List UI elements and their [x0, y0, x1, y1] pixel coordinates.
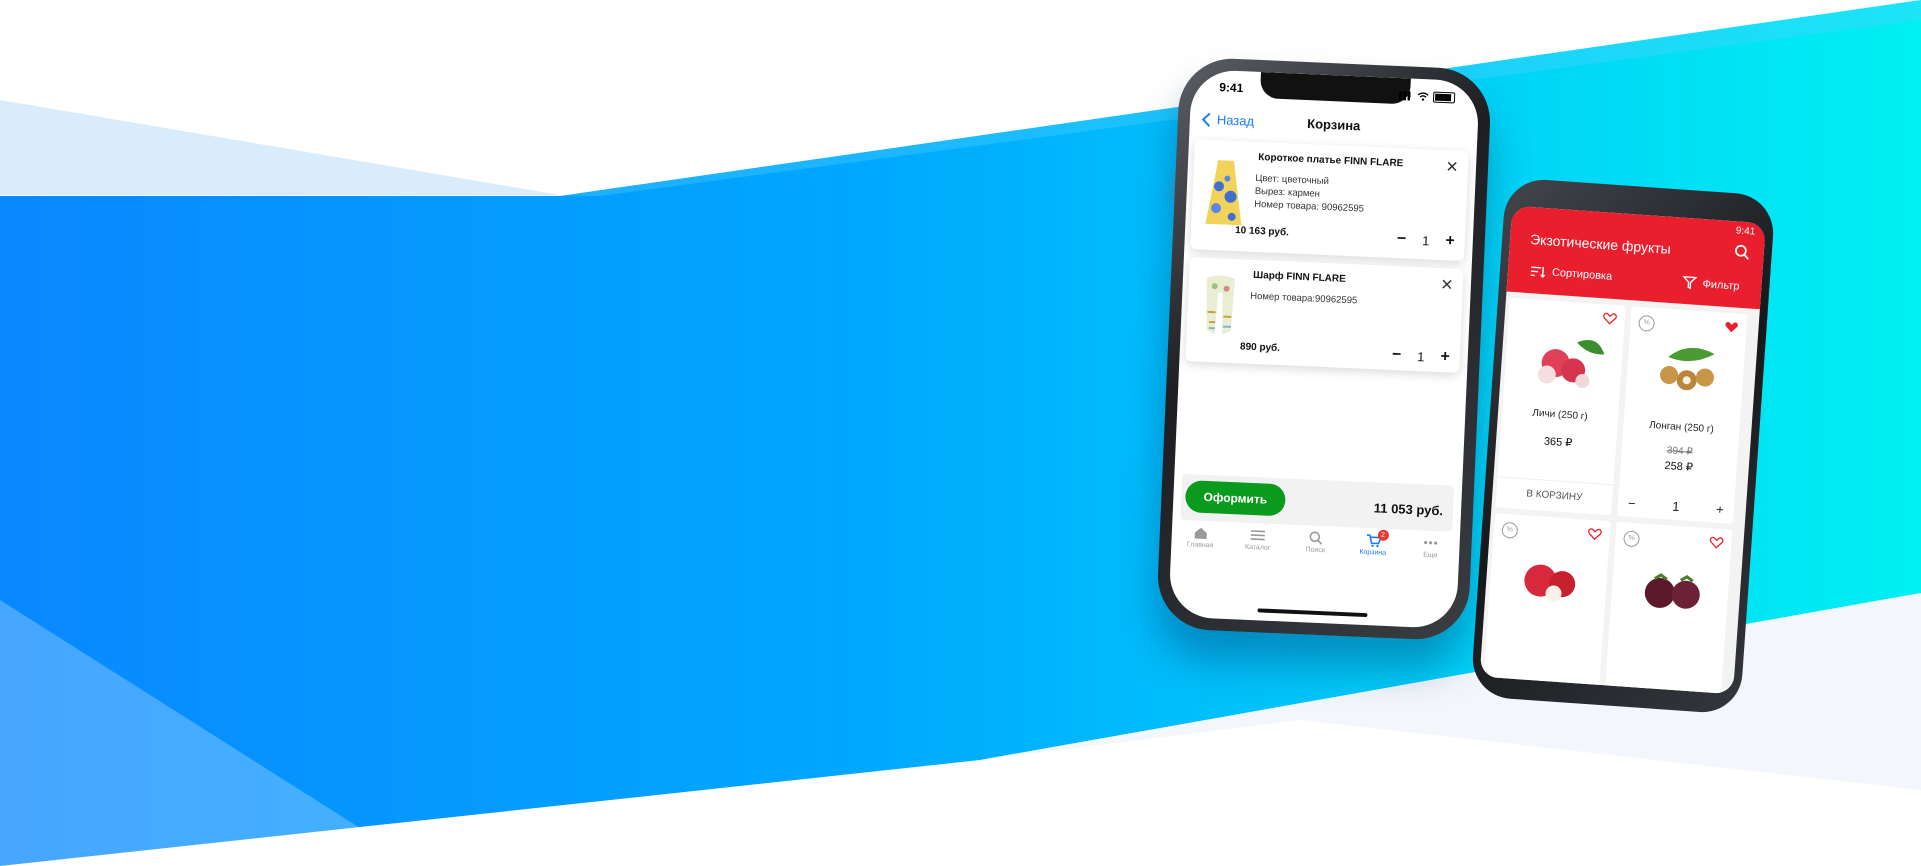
product-card[interactable]: Личи (250 г) 365 ₽ В КОРЗИНУ	[1495, 297, 1626, 516]
discount-icon: %	[1623, 530, 1641, 548]
iphone-mockup: 9:41 Назад Корзина Короткое платье FINN	[1155, 56, 1493, 642]
app-bar: 9:41 Экзотические фрукты Сортировка Филь…	[1506, 205, 1766, 310]
product-details: Цвет: цветочный Вырез: кармен Номер това…	[1254, 172, 1365, 216]
filter-icon	[1682, 276, 1698, 290]
tab-label: Еще	[1423, 551, 1438, 560]
product-name: Короткое платье FINN FLARE	[1258, 151, 1404, 170]
product-card[interactable]: % Лонган (250 г) 394 ₽ 258 ₽ − 1 +	[1617, 306, 1748, 524]
discount-icon: %	[1638, 314, 1656, 332]
search-icon	[1309, 531, 1323, 545]
tab-label: Поиск	[1305, 546, 1326, 555]
android-screen: 9:41 Экзотические фрукты Сортировка Филь…	[1479, 205, 1766, 695]
increase-button[interactable]: +	[1445, 232, 1455, 250]
sort-button[interactable]: Сортировка	[1530, 265, 1613, 283]
sort-label: Сортировка	[1551, 266, 1613, 283]
filter-label: Фильтр	[1702, 277, 1740, 293]
page-title: Корзина	[1306, 116, 1361, 134]
dress-image	[1205, 160, 1242, 226]
tab-cart[interactable]: 2 Корзина	[1350, 528, 1396, 570]
decrease-button[interactable]: −	[1397, 230, 1407, 248]
cart-item: Короткое платье FINN FLARE Цвет: цветочн…	[1190, 139, 1469, 262]
tab-label: Главная	[1186, 541, 1214, 550]
quantity-stepper: − 1 +	[1397, 230, 1456, 251]
tab-more[interactable]: Еще	[1408, 531, 1454, 573]
discount-icon: %	[1501, 521, 1519, 539]
product-price: 10 163 руб.	[1234, 225, 1290, 239]
favorite-icon[interactable]	[1724, 321, 1739, 334]
mangosteen-image	[1644, 573, 1700, 609]
home-icon	[1194, 527, 1207, 540]
quantity-value: 1	[1416, 348, 1425, 364]
add-to-cart-button[interactable]: В КОРЗИНУ	[1495, 476, 1614, 516]
tab-search[interactable]: Поиск	[1292, 526, 1338, 568]
tab-catalog[interactable]: Каталог	[1235, 523, 1281, 565]
product-name: Лонган (250 г)	[1648, 419, 1715, 436]
search-icon[interactable]	[1733, 243, 1750, 260]
quantity-value: 1	[1421, 232, 1430, 248]
status-time: 9:41	[1735, 225, 1756, 238]
product-name: Шарф FINN FLARE	[1252, 269, 1346, 285]
product-price: 890 руб.	[1239, 341, 1281, 355]
favorite-icon[interactable]	[1709, 536, 1724, 549]
lychee-image	[1537, 340, 1605, 389]
more-icon	[1424, 541, 1438, 545]
android-mockup: 9:41 Экзотические фрукты Сортировка Филь…	[1470, 177, 1776, 715]
tab-home[interactable]: Главная	[1177, 521, 1223, 563]
category-title: Экзотические фрукты	[1529, 231, 1672, 257]
cart-item: Шарф FINN FLARE Номер товара:90962595 89…	[1185, 257, 1464, 373]
decrease-button[interactable]: −	[1628, 496, 1637, 511]
battery-icon	[1432, 91, 1456, 103]
cart-count-badge: 2	[1377, 529, 1389, 541]
signal-icon	[1398, 90, 1414, 101]
quantity-value: 1	[1671, 498, 1681, 515]
decrease-button[interactable]: −	[1391, 346, 1402, 364]
cart-total: 11 053 руб.	[1373, 500, 1444, 519]
favorite-icon[interactable]	[1587, 528, 1602, 541]
favorite-icon[interactable]	[1602, 312, 1617, 325]
tab-label: Каталог	[1244, 543, 1271, 552]
tab-label: Корзина	[1359, 548, 1387, 557]
quantity-stepper: − 1 +	[1391, 346, 1451, 367]
home-indicator	[1257, 608, 1368, 618]
quantity-stepper: − 1 +	[1628, 496, 1725, 518]
sort-icon	[1530, 266, 1546, 278]
increase-button[interactable]: +	[1440, 348, 1450, 366]
product-sku: Номер товара:90962595	[1249, 290, 1358, 307]
scarf-image	[1206, 275, 1235, 335]
increase-button[interactable]: +	[1716, 502, 1725, 517]
status-time: 9:41	[1219, 80, 1244, 96]
remove-item-icon[interactable]	[1441, 278, 1454, 291]
product-price: 365 ₽	[1543, 435, 1573, 450]
filter-button[interactable]: Фильтр	[1682, 276, 1740, 293]
menu-icon	[1250, 530, 1266, 541]
checkout-button[interactable]: Оформить	[1184, 480, 1287, 517]
ios-screen: 9:41 Назад Корзина Короткое платье FINN	[1168, 68, 1480, 630]
product-details: Номер товара:90962595	[1250, 290, 1358, 308]
product-card[interactable]: %	[1602, 521, 1733, 695]
longan-image	[1660, 347, 1715, 391]
product-name: Личи (250 г)	[1531, 407, 1589, 423]
android-status-bar: 9:41	[1735, 225, 1755, 237]
wifi-icon	[1417, 91, 1429, 101]
rambutan-image	[1524, 564, 1576, 602]
product-card[interactable]: %	[1480, 513, 1611, 695]
remove-item-icon[interactable]	[1446, 160, 1459, 173]
